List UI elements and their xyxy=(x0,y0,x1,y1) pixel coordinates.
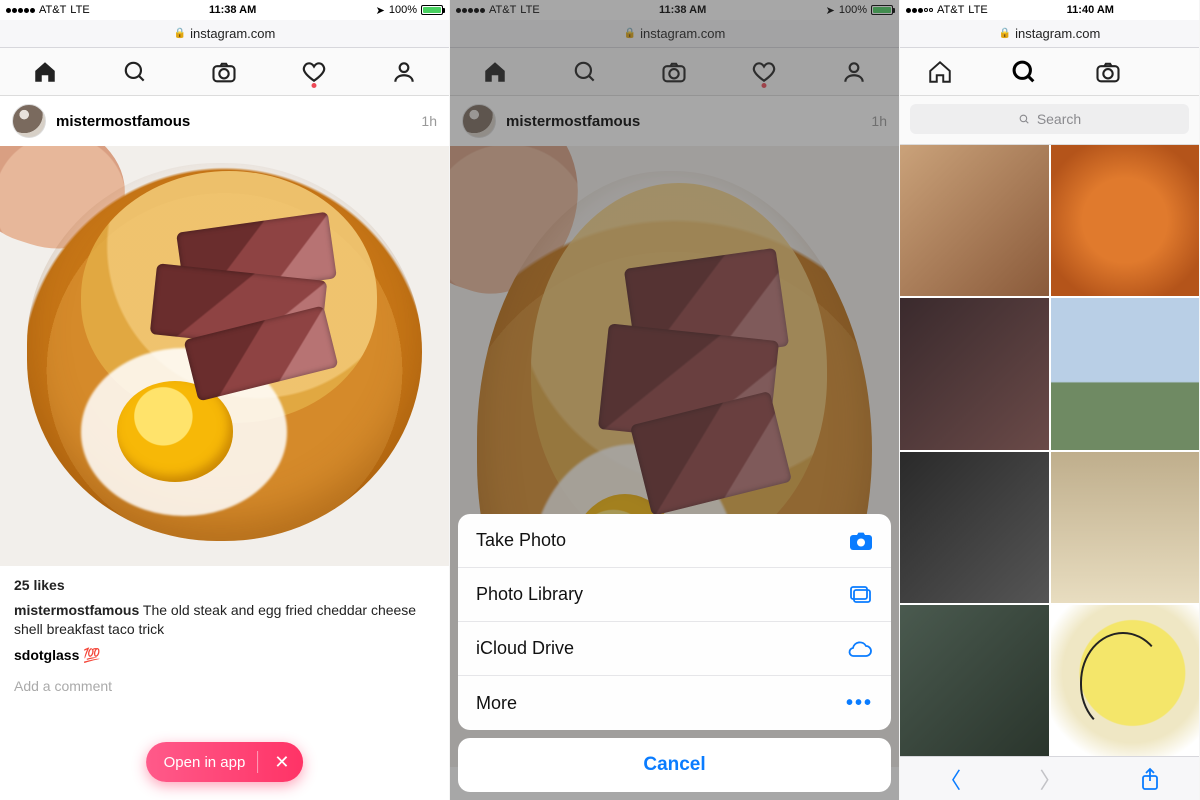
explore-tile[interactable] xyxy=(1051,298,1200,449)
more-dots-icon: ••• xyxy=(846,692,873,715)
search-placeholder: Search xyxy=(1037,111,1081,127)
battery-icon xyxy=(421,5,443,15)
open-in-app-label: Open in app xyxy=(164,754,246,771)
add-comment-input[interactable]: Add a comment xyxy=(0,668,449,704)
camera-fill-icon xyxy=(849,531,873,551)
comment-row[interactable]: sdotglass 💯 xyxy=(0,643,449,668)
explore-tile[interactable] xyxy=(1051,145,1200,296)
more-label: More xyxy=(476,693,517,714)
notification-dot-icon xyxy=(312,83,317,88)
clock-label: 11:40 AM xyxy=(1067,4,1114,16)
take-photo-option[interactable]: Take Photo xyxy=(458,514,891,568)
camera-icon[interactable] xyxy=(210,58,238,86)
network-label: LTE xyxy=(968,4,987,16)
close-icon[interactable]: ✕ xyxy=(270,753,293,771)
photo-library-label: Photo Library xyxy=(476,584,583,605)
status-bar: AT&T LTE 11:40 AM xyxy=(900,0,1199,20)
network-label: LTE xyxy=(70,4,89,16)
action-sheet: Take Photo Photo Library iCloud Drive Mo… xyxy=(458,514,891,792)
camera-icon[interactable] xyxy=(1094,58,1122,86)
comment-username[interactable]: sdotglass xyxy=(14,647,79,663)
search-wrap: Search xyxy=(900,96,1199,145)
home-icon[interactable] xyxy=(926,58,954,86)
carrier-label: AT&T xyxy=(39,4,66,16)
lock-icon: 🔒 xyxy=(999,28,1011,39)
icloud-label: iCloud Drive xyxy=(476,638,574,659)
cancel-label: Cancel xyxy=(643,754,705,776)
clock-label: 11:38 AM xyxy=(209,4,256,16)
photo-library-option[interactable]: Photo Library xyxy=(458,568,891,622)
carrier-label: AT&T xyxy=(937,4,964,16)
avatar[interactable] xyxy=(12,104,46,138)
explore-tile[interactable] xyxy=(900,145,1049,296)
instagram-tabbar xyxy=(0,48,449,96)
magnifier-icon xyxy=(1018,113,1031,126)
battery-label: 100% xyxy=(389,4,417,16)
explore-tile[interactable] xyxy=(900,298,1049,449)
likes-count[interactable]: 25 likes xyxy=(14,576,435,595)
signal-dots-icon xyxy=(6,8,35,13)
browser-address-bar[interactable]: 🔒 instagram.com xyxy=(0,20,449,48)
caption-username[interactable]: mistermostfamous xyxy=(14,602,139,618)
cancel-button[interactable]: Cancel xyxy=(458,738,891,792)
address-host: instagram.com xyxy=(190,26,275,41)
pill-divider xyxy=(257,751,258,773)
search-input[interactable]: Search xyxy=(910,104,1189,134)
safari-toolbar: 〈 〉 xyxy=(900,756,1199,800)
take-photo-label: Take Photo xyxy=(476,530,566,551)
cloud-icon xyxy=(847,640,873,658)
activity-heart-icon[interactable] xyxy=(300,58,328,86)
search-icon[interactable] xyxy=(1010,58,1038,86)
more-option[interactable]: More ••• xyxy=(458,676,891,730)
explore-grid xyxy=(900,145,1199,756)
explore-tile[interactable] xyxy=(1051,605,1200,756)
post-age: 1h xyxy=(421,113,437,129)
search-icon[interactable] xyxy=(121,58,149,86)
hundred-emoji-icon: 💯 xyxy=(83,647,100,663)
icloud-drive-option[interactable]: iCloud Drive xyxy=(458,622,891,676)
stack-icon xyxy=(849,585,873,605)
post-caption-block: 25 likes mistermostfamous The old steak … xyxy=(0,566,449,643)
instagram-tabbar xyxy=(900,48,1199,96)
open-in-app-pill[interactable]: Open in app ✕ xyxy=(146,742,304,782)
location-icon: ➤ xyxy=(376,4,385,17)
explore-tile[interactable] xyxy=(1051,452,1200,603)
explore-tile[interactable] xyxy=(900,452,1049,603)
back-button[interactable]: 〈 xyxy=(939,763,961,795)
lock-icon: 🔒 xyxy=(174,28,186,39)
browser-address-bar[interactable]: 🔒 instagram.com xyxy=(900,20,1199,48)
post-header: mistermostfamous 1h xyxy=(0,96,449,146)
address-host: instagram.com xyxy=(1015,26,1100,41)
home-icon[interactable] xyxy=(31,58,59,86)
signal-dots-icon xyxy=(906,8,933,13)
status-bar: AT&T LTE 11:38 AM ➤ 100% xyxy=(0,0,449,20)
forward-button: 〉 xyxy=(1039,763,1061,795)
share-button[interactable] xyxy=(1140,767,1160,791)
profile-icon[interactable] xyxy=(390,58,418,86)
post-image[interactable] xyxy=(0,146,449,566)
explore-tile[interactable] xyxy=(900,605,1049,756)
post-username[interactable]: mistermostfamous xyxy=(56,113,411,130)
